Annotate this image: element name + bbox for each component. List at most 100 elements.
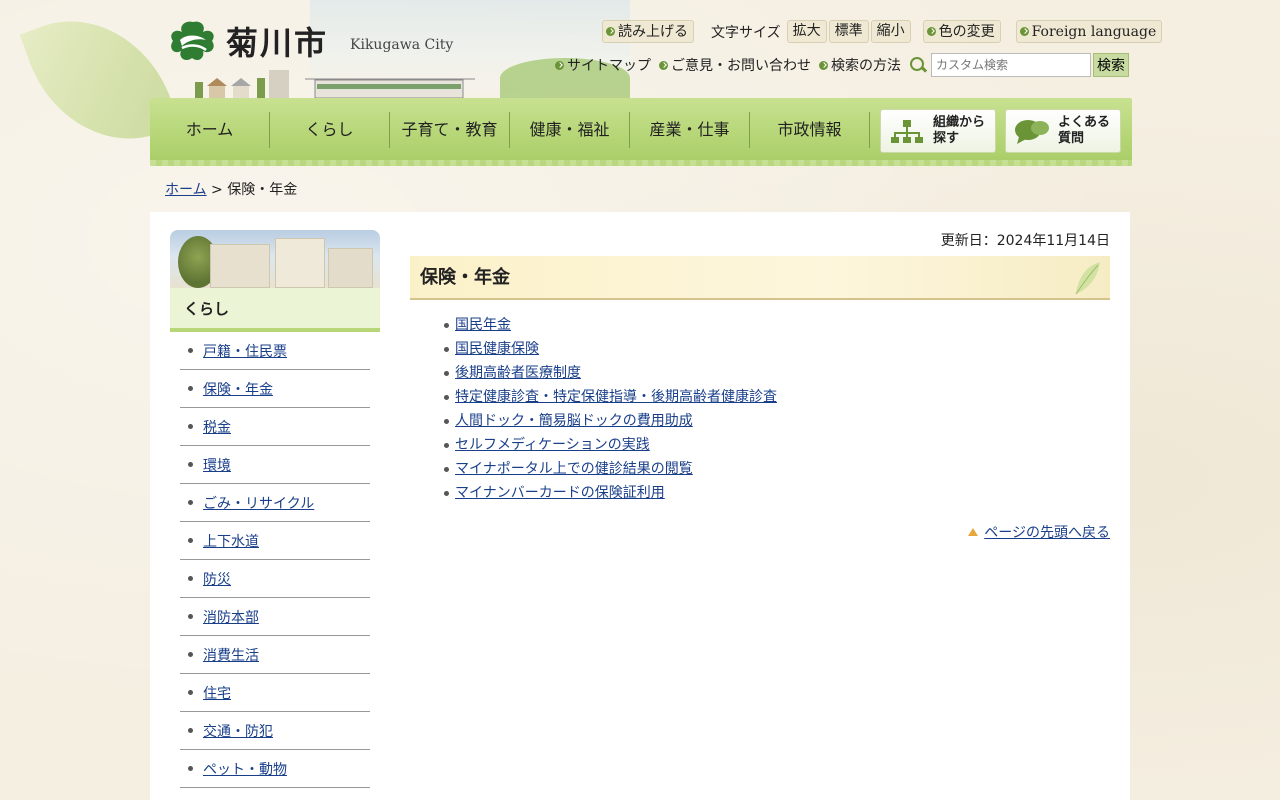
sidebar-link[interactable]: 戸籍・住民票	[203, 341, 287, 361]
sidebar-link[interactable]: 保険・年金	[203, 379, 273, 399]
sidebar-item-housing: 住宅	[180, 674, 370, 712]
sidebar-link[interactable]: 上下水道	[203, 531, 259, 551]
sidebar-item-tax: 税金	[180, 408, 370, 446]
breadcrumb: ホーム > 保険・年金	[165, 179, 297, 199]
sidebar-item-disaster-prevention: 防災	[180, 560, 370, 598]
list-item: 特定健康診査・特定保健指導・後期高齢者健康診査	[444, 385, 1110, 409]
content-link[interactable]: 特定健康診査・特定保健指導・後期高齢者健康診査	[455, 385, 777, 409]
org-chart-icon	[891, 120, 923, 143]
search-method-label: 検索の方法	[831, 58, 901, 74]
sidebar-link[interactable]: 消費生活	[203, 645, 259, 665]
list-item: 国民年金	[444, 313, 1110, 337]
page-title-text: 保険・年金	[420, 267, 510, 288]
arrow-bullet-icon	[1019, 27, 1029, 36]
list-item: 後期高齢者医療制度	[444, 361, 1110, 385]
page-top-link[interactable]: ページの先頭へ戻る	[984, 522, 1110, 542]
page-title: 保険・年金	[410, 256, 1110, 300]
sitemap-label: サイトマップ	[567, 58, 651, 74]
chrysanthemum-logo-icon	[171, 21, 214, 61]
content-link[interactable]: セルフメディケーションの実践	[455, 433, 650, 457]
color-change-label: 色の変更	[938, 23, 995, 40]
breadcrumb-current: 保険・年金	[227, 182, 298, 198]
font-large-button[interactable]: 拡大	[786, 20, 827, 43]
faq-line2: 質問	[1058, 131, 1085, 146]
nav-health-welfare[interactable]: 健康・福祉	[510, 112, 630, 148]
content-area: 更新日：2024年11月14日 保険・年金 国民年金 国民健康保険 後期高齢者医…	[410, 230, 1110, 541]
sitemap-link[interactable]: サイトマップ	[555, 55, 651, 75]
sidebar-item-garbage-recycle: ごみ・リサイクル	[180, 484, 370, 522]
sidebar-item-insurance-pension: 保険・年金	[180, 370, 370, 408]
content-link[interactable]: マイナンバーカードの保険証利用	[455, 481, 665, 505]
list-item: マイナポータル上での健診結果の閲覧	[444, 457, 1110, 481]
content-link[interactable]: マイナポータル上での健診結果の閲覧	[455, 457, 693, 481]
list-item: マイナンバーカードの保険証利用	[444, 481, 1110, 505]
read-aloud-label: 読み上げる	[618, 23, 688, 40]
utility-bar-top: 読み上げる 文字サイズ 拡大 標準 縮小 色の変更 Foreign langua…	[602, 20, 1163, 43]
sidebar-item-water-sewer: 上下水道	[180, 522, 370, 560]
sidebar-link[interactable]: 環境	[203, 455, 231, 475]
arrow-bullet-icon	[926, 27, 936, 36]
search-input[interactable]	[931, 53, 1091, 77]
sidebar-item-fire-department: 消防本部	[180, 598, 370, 636]
sidebar-item-consumer-life: 消費生活	[180, 636, 370, 674]
org-search-line1: 組織から	[933, 115, 986, 130]
sidebar-link[interactable]: 住宅	[203, 683, 231, 703]
breadcrumb-home-link[interactable]: ホーム	[165, 182, 207, 198]
read-aloud-button[interactable]: 読み上げる	[602, 20, 694, 43]
site-logo[interactable]: 菊川市 Kikugawa City	[168, 18, 453, 64]
arrow-bullet-icon	[819, 60, 828, 70]
main-panel: くらし 戸籍・住民票 保険・年金 税金 環境 ごみ・リサイクル 上下水道 防災 …	[150, 212, 1130, 800]
color-change-button[interactable]: 色の変更	[922, 20, 1001, 43]
sidebar-link[interactable]: 税金	[203, 417, 231, 437]
sidebar-item-pets-animals: ペット・動物	[180, 750, 370, 788]
nav-industry-work[interactable]: 産業・仕事	[630, 112, 750, 148]
sidebar-photo	[170, 230, 380, 288]
feedback-link[interactable]: ご意見・お問い合わせ	[659, 55, 811, 75]
logo-text: 菊川市	[226, 24, 329, 62]
feedback-label: ご意見・お問い合わせ	[671, 58, 811, 74]
org-search-button[interactable]: 組織から 探す	[880, 109, 996, 153]
updated-date: 更新日：2024年11月14日	[940, 233, 1110, 249]
nav-city-government[interactable]: 市政情報	[750, 112, 870, 148]
content-link[interactable]: 後期高齢者医療制度	[455, 361, 581, 385]
list-item: 国民健康保険	[444, 337, 1110, 361]
sidebar-link[interactable]: ごみ・リサイクル	[203, 493, 314, 513]
sidebar-link[interactable]: 交通・防犯	[203, 721, 273, 741]
content-link[interactable]: 国民健康保険	[455, 337, 539, 361]
nav-home[interactable]: ホーム	[150, 112, 270, 148]
content-link[interactable]: 人間ドック・簡易脳ドックの費用助成	[455, 409, 693, 433]
font-small-button[interactable]: 縮小	[870, 20, 911, 43]
arrow-bullet-icon	[606, 27, 615, 36]
house-image	[210, 244, 270, 288]
font-size-label: 文字サイズ	[711, 24, 781, 41]
nav-childcare-education[interactable]: 子育て・教育	[390, 112, 510, 148]
sidebar-item-environment: 環境	[180, 446, 370, 484]
sidebar-heading: くらし	[170, 288, 380, 332]
sidebar-item-traffic-crime: 交通・防犯	[180, 712, 370, 750]
leaf-icon	[1075, 262, 1100, 295]
faq-line1: よくある	[1058, 115, 1111, 130]
sidebar-link[interactable]: ペット・動物	[203, 759, 287, 779]
content-link[interactable]: 国民年金	[455, 313, 511, 337]
utility-bar-bottom: サイトマップ ご意見・お問い合わせ 検索の方法 検索	[555, 53, 1129, 77]
foreign-language-button[interactable]: Foreign language	[1015, 20, 1163, 43]
org-search-label: 組織から 探す	[933, 115, 985, 147]
search-icon	[909, 56, 927, 74]
page-top: ページの先頭へ戻る	[968, 522, 1110, 542]
font-standard-button[interactable]: 標準	[828, 20, 869, 43]
arrow-bullet-icon	[555, 60, 564, 70]
sidebar: くらし 戸籍・住民票 保険・年金 税金 環境 ごみ・リサイクル 上下水道 防災 …	[170, 230, 380, 788]
search-button[interactable]: 検索	[1093, 53, 1129, 77]
org-search-line2: 探す	[933, 131, 960, 146]
sidebar-list: 戸籍・住民票 保険・年金 税金 環境 ごみ・リサイクル 上下水道 防災 消防本部…	[180, 332, 370, 788]
sidebar-link[interactable]: 防災	[203, 569, 231, 589]
search-method-link[interactable]: 検索の方法	[819, 55, 901, 75]
house-image	[328, 248, 373, 288]
list-item: セルフメディケーションの実践	[444, 433, 1110, 457]
nav-items: ホーム くらし 子育て・教育 健康・福祉 産業・仕事 市政情報	[150, 112, 870, 148]
sidebar-link[interactable]: 消防本部	[203, 607, 259, 627]
nav-living[interactable]: くらし	[270, 112, 390, 148]
foreign-language-label: Foreign language	[1031, 23, 1157, 40]
list-item: 人間ドック・簡易脳ドックの費用助成	[444, 409, 1110, 433]
faq-button[interactable]: よくある 質問	[1005, 109, 1121, 153]
